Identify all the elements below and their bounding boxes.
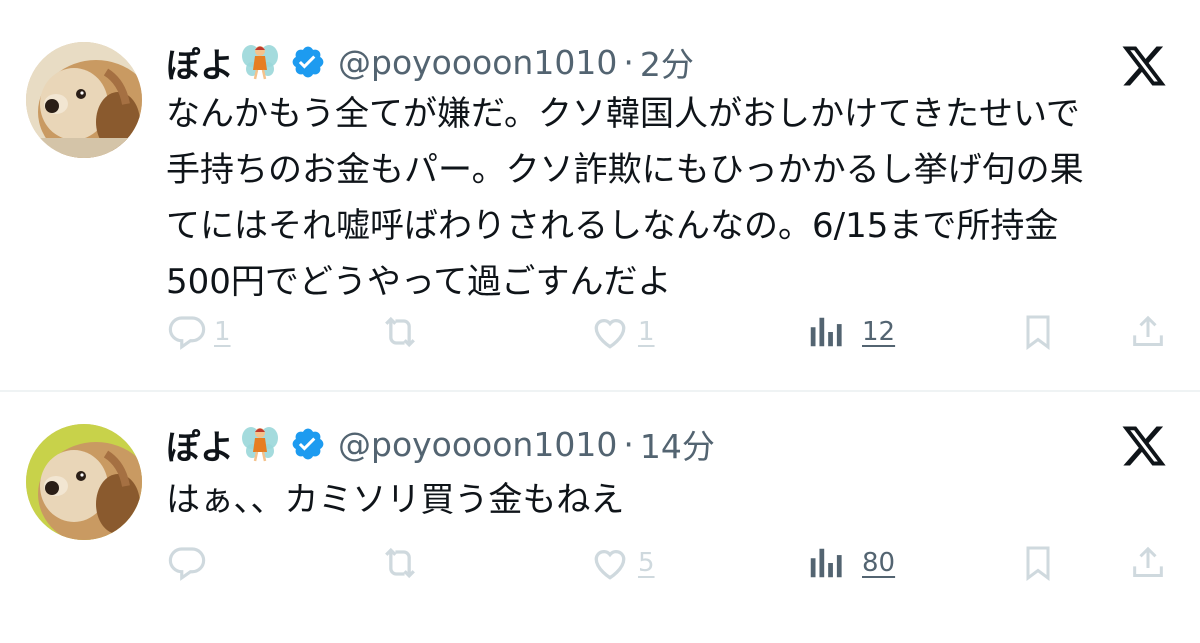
x-logo-icon[interactable] — [1120, 42, 1168, 90]
reply-button[interactable] — [166, 541, 208, 585]
tweet-text: はぁ、、カミソリ買う金もねえ — [166, 472, 1166, 528]
tweet-text-line: 500円でどうやって過ごすんだよ — [166, 262, 672, 302]
x-logo-icon[interactable] — [1120, 422, 1168, 470]
tweet-text-line: はぁ、、カミソリ買う金もねえ — [166, 480, 625, 520]
like-count: 5 — [638, 548, 655, 578]
tweet-text-line: 手持ちのお金もパー。クソ詐欺にもひっかかるし挙げ句の果 — [166, 150, 1084, 190]
views-icon — [810, 317, 842, 347]
reply-button[interactable]: 1 — [166, 310, 231, 354]
bookmark-icon — [1026, 315, 1050, 350]
views-button[interactable]: 12 — [806, 310, 895, 354]
share-button[interactable] — [1128, 541, 1168, 585]
verified-badge-icon — [290, 44, 326, 80]
fairy-emoji-icon — [240, 424, 280, 464]
timestamp[interactable]: 2分 — [640, 38, 694, 86]
timestamp[interactable]: 14分 — [640, 420, 715, 468]
avatar[interactable] — [26, 42, 142, 158]
action-bar: 1 1 12 — [0, 310, 1200, 354]
tweet[interactable]: ぽよ @poyoooon1010 · 2分 なんかもう全てが嫌だ。クソ韓国人がお… — [0, 0, 1200, 392]
display-name[interactable]: ぽよ — [166, 420, 234, 469]
reply-count: 1 — [214, 317, 231, 347]
avatar[interactable] — [26, 424, 142, 540]
tweet-header: ぽよ @poyoooon1010 · 2分 — [166, 38, 694, 87]
repost-button[interactable] — [378, 310, 422, 354]
like-button[interactable]: 5 — [588, 541, 655, 585]
separator-dot: · — [623, 42, 634, 82]
verified-badge-icon — [290, 426, 326, 462]
reply-icon — [168, 547, 206, 581]
share-button[interactable] — [1128, 310, 1168, 354]
bookmark-button[interactable] — [1018, 541, 1058, 585]
separator-dot: · — [623, 424, 634, 464]
user-handle[interactable]: @poyoooon1010 — [338, 425, 617, 464]
display-name[interactable]: ぽよ — [166, 38, 234, 87]
share-icon — [1133, 315, 1163, 346]
view-count: 12 — [862, 317, 896, 347]
reply-icon — [168, 316, 206, 350]
views-icon — [810, 548, 842, 578]
bookmark-button[interactable] — [1018, 310, 1058, 354]
dog-avatar-image — [26, 424, 142, 540]
bookmark-icon — [1026, 546, 1050, 581]
like-icon — [594, 319, 626, 349]
tweet[interactable]: ぽよ @poyoooon1010 · 14分 はぁ、、カミソリ買う金もねえ 5 … — [0, 392, 1200, 643]
tweet-header: ぽよ @poyoooon1010 · 14分 — [166, 420, 715, 469]
like-button[interactable]: 1 — [588, 310, 655, 354]
views-button[interactable]: 80 — [806, 541, 895, 585]
like-count: 1 — [638, 317, 655, 347]
tweet-text: なんかもう全てが嫌だ。クソ韓国人がおしかけてきたせいで 手持ちのお金もパー。クソ… — [166, 86, 1166, 310]
dog-avatar-image — [26, 42, 142, 158]
repost-icon — [385, 316, 415, 348]
action-bar: 5 80 — [0, 541, 1200, 585]
repost-icon — [385, 547, 415, 579]
user-handle[interactable]: @poyoooon1010 — [338, 43, 617, 82]
repost-button[interactable] — [378, 541, 422, 585]
tweet-text-line: なんかもう全てが嫌だ。クソ韓国人がおしかけてきたせいで — [166, 94, 1080, 134]
share-icon — [1133, 546, 1163, 577]
like-icon — [594, 550, 626, 580]
tweet-text-line: てにはそれ嘘呼ばわりされるしなんなの。6/15まで所持金 — [166, 206, 1059, 246]
fairy-emoji-icon — [240, 42, 280, 82]
view-count: 80 — [862, 548, 896, 578]
